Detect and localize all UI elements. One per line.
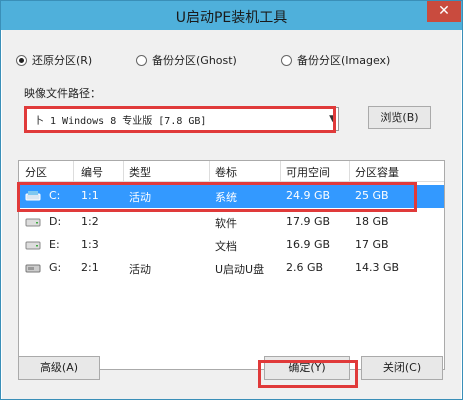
cell-drive: E: [49, 238, 60, 251]
radio-dot[interactable] [136, 54, 147, 66]
cell-label: U启动U盘 [215, 263, 265, 276]
cell-type: 活动 [129, 263, 151, 276]
hard-drive-icon [25, 218, 41, 227]
client-area: 还原分区(R) 备份分区(Ghost) 备份分区(Imagex) 映像文件路径：… [2, 30, 461, 399]
radio-dot[interactable] [16, 54, 27, 66]
chevron-down-icon[interactable]: ▼ [329, 114, 336, 124]
cell-number: 2:1 [81, 261, 99, 274]
cell-label: 系统 [215, 191, 237, 204]
cell-free: 24.9 GB [286, 189, 331, 202]
ok-button[interactable]: 确定(Y) [264, 356, 350, 380]
cell-free: 17.9 GB [286, 215, 331, 228]
system-drive-icon [25, 191, 41, 201]
close-button[interactable]: 关闭(C) [361, 356, 443, 380]
column-header[interactable]: 分区 [25, 164, 47, 180]
radio-backup-imagex[interactable]: 备份分区(Imagex) [281, 52, 390, 68]
table-row[interactable]: G: 2:1 活动 U启动U盘 2.6 GB 14.3 GB [19, 257, 444, 280]
cell-free: 2.6 GB [286, 261, 324, 274]
main-window: U启动PE装机工具 ✕ 还原分区(R) 备份分区(Ghost) 备份分区(Ima… [0, 0, 463, 400]
table-header: 分区 编号 类型 卷标 可用空间 分区容量 [19, 161, 444, 182]
radio-restore[interactable]: 还原分区(R) [16, 52, 92, 68]
column-header[interactable]: 分区容量 [355, 164, 399, 180]
radio-dot[interactable] [281, 54, 292, 66]
cell-label: 软件 [215, 217, 237, 230]
cell-drive: G: [49, 261, 62, 274]
cell-size: 17 GB [355, 238, 389, 251]
cell-type: 活动 [129, 191, 151, 204]
cell-size: 25 GB [355, 189, 389, 202]
image-path-select[interactable]: 卜 1 Windows 8 专业版 [7.8 GB] ▼ [25, 107, 339, 131]
cell-label: 文档 [215, 240, 237, 253]
cell-drive: C: [49, 189, 61, 202]
table-row[interactable]: E: 1:3 文档 16.9 GB 17 GB [19, 234, 444, 257]
cell-number: 1:3 [81, 238, 99, 251]
column-header[interactable]: 类型 [129, 164, 151, 180]
radio-restore-label: 还原分区(R) [32, 54, 93, 67]
table-row[interactable]: D: 1:2 软件 17.9 GB 18 GB [19, 211, 444, 234]
cell-number: 1:2 [81, 215, 99, 228]
image-path-label: 映像文件路径： [24, 87, 101, 100]
cell-free: 16.9 GB [286, 238, 331, 251]
title-bar[interactable]: U启动PE装机工具 ✕ [1, 1, 462, 30]
browse-button[interactable]: 浏览(B) [368, 106, 431, 129]
cell-drive: D: [49, 215, 62, 228]
cell-size: 14.3 GB [355, 261, 400, 274]
window-close-button[interactable]: ✕ [427, 1, 461, 22]
cell-number: 1:1 [81, 189, 99, 202]
window-title: U启动PE装机工具 [175, 10, 288, 26]
table-row[interactable]: C: 1:1 活动 系统 24.9 GB 25 GB [19, 185, 444, 208]
radio-backup-ghost-label: 备份分区(Ghost) [152, 54, 237, 67]
radio-backup-ghost[interactable]: 备份分区(Ghost) [136, 52, 237, 68]
radio-backup-imagex-label: 备份分区(Imagex) [297, 54, 391, 67]
advanced-button[interactable]: 高级(A) [18, 356, 100, 380]
partition-table[interactable]: 分区 编号 类型 卷标 可用空间 分区容量 C: 1:1 活动 系统 24.9 … [18, 160, 445, 370]
cell-size: 18 GB [355, 215, 389, 228]
column-header[interactable]: 编号 [81, 164, 103, 180]
image-path-value: 卜 1 Windows 8 专业版 [7.8 GB] [34, 116, 207, 127]
hard-drive-icon [25, 241, 41, 250]
usb-drive-icon [25, 264, 41, 273]
column-header[interactable]: 卷标 [215, 164, 237, 180]
column-header[interactable]: 可用空间 [286, 164, 330, 180]
